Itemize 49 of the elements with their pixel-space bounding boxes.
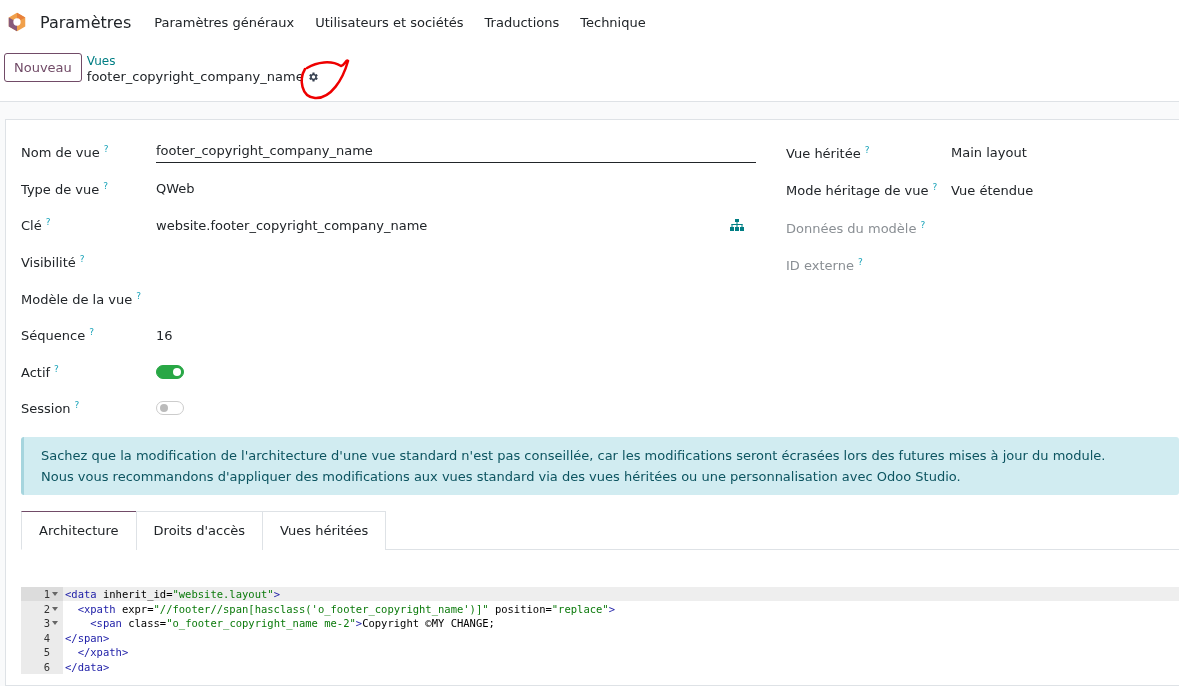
new-button[interactable]: Nouveau	[4, 53, 82, 82]
code-line: </xpath>	[76, 646, 129, 659]
tab[interactable]: Droits d'accès	[135, 510, 264, 550]
field-label: Séquence $^{?}$	[21, 327, 95, 344]
tab[interactable]: Architecture	[21, 510, 137, 550]
code-line: <data inherit_id="website.layout">	[64, 588, 280, 601]
line-number: 5	[43, 646, 50, 659]
alert-text: Sachez que la modification de l'architecture d'une vue standard n'est pas conseillée, car les modifications seront écrasées lors des futures mises à jour du module.	[41, 446, 1107, 465]
code-editor[interactable]	[21, 586, 1179, 675]
field-label: Actif $^{?}$	[21, 363, 60, 380]
menu-item[interactable]: Utilisateurs et sociétés	[315, 14, 464, 30]
tab[interactable]: Vues héritées	[262, 510, 387, 550]
line-number: 1	[43, 588, 50, 601]
field-label: Type de vue $^{?}$	[21, 180, 110, 198]
code-line: <span class="o_footer_copyright_name me-2">Copyright ©MY CHANGE;	[89, 617, 495, 630]
field-label: ID externe $^{?}$	[786, 257, 864, 274]
toggle-switch[interactable]	[156, 364, 184, 379]
record-title: footer_copyright_company_name	[86, 69, 304, 85]
line-number: 2	[43, 602, 50, 615]
field-value: website.footer_copyright_company_name	[156, 218, 428, 233]
breadcrumb-link[interactable]: Vues	[86, 53, 319, 69]
toggle-switch[interactable]	[156, 401, 184, 416]
field-value: QWeb	[156, 181, 195, 197]
field-value: Main layout	[951, 145, 1028, 161]
field-label: Session $^{?}$	[21, 400, 81, 417]
settings-icon[interactable]	[306, 71, 319, 83]
app-title[interactable]: Paramètres	[40, 12, 132, 32]
menu-item[interactable]: Traductions	[484, 14, 560, 30]
field-label: Mode héritage de vue $^{?}$	[786, 182, 939, 199]
field-label: Modèle de la vue $^{?}$	[21, 290, 142, 307]
field-value: Vue étendue	[951, 182, 1035, 198]
menu-item[interactable]: Technique	[580, 14, 646, 30]
app-logo-icon[interactable]	[6, 11, 28, 33]
field-label: Clé $^{?}$	[21, 217, 52, 234]
field-label: Vue héritée $^{?}$	[786, 144, 871, 161]
line-number: 3	[43, 617, 50, 630]
code-line: <xpath expr="//footer//span[hasclass('o_footer_copyright_name')]" position="replace">	[76, 602, 615, 615]
field-label: Visibilité $^{?}$	[21, 253, 86, 271]
line-number: 6	[43, 661, 50, 673]
field-label: Nom de vue $^{?}$	[21, 144, 110, 161]
menu-item[interactable]: Paramètres généraux	[154, 14, 295, 30]
code-line: </data>	[64, 661, 110, 673]
alert-text: Nous vous recommandons d'appliquer des modifications aux vues standard via des vues héritées ou une personnalisation avec Odoo Studio.	[41, 467, 962, 486]
line-number: 4	[43, 631, 50, 644]
hierarchy-icon[interactable]	[730, 219, 744, 232]
code-line: </span>	[64, 631, 110, 644]
field-value: 16	[156, 327, 173, 343]
view-name-field[interactable]: footer_copyright_company_name	[156, 141, 756, 164]
field-label: Données du modèle $^{?}$	[786, 219, 927, 236]
